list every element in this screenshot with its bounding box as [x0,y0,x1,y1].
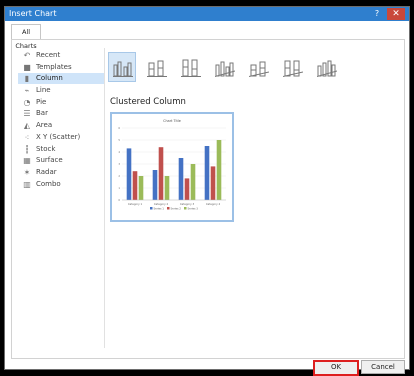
chart-type-label: Stock [36,144,56,153]
preview-x-tick: Category 3 [180,202,195,206]
preview-bar [164,176,170,200]
subtype-clustered-column[interactable] [108,52,136,82]
preview-legend-swatch [150,207,153,210]
preview-y-tick: 5 [118,138,120,142]
chart-type-label: Recent [36,51,61,59]
tab-all-charts[interactable]: All Charts [11,24,41,50]
chart-type-combo[interactable]: ▥ Combo [18,179,104,190]
chart-type-area[interactable]: ◭ Area [18,120,104,131]
chart-type-templates[interactable]: ■ Templates [18,62,104,73]
preview-bar [138,176,144,200]
preview-bar [158,147,164,200]
surface-chart-icon: ▦ [23,156,31,166]
chart-type-label: Pie [36,97,47,106]
3d-stacked-column-icon [249,61,269,77]
preview-legend-label: Series 3 [188,207,199,211]
bar-chart-icon: ☰ [23,109,31,119]
preview-chart: Chart Title 0 1 2 3 4 5 6 Category 1 Category 2 Ca… [118,119,226,211]
chart-type-bar[interactable]: ☰ Bar [18,108,104,119]
chart-type-radar[interactable]: ✶ Radar [18,167,104,178]
preview-bar [152,170,158,200]
chart-type-label: Templates [36,62,72,71]
combo-chart-icon: ▥ [23,179,31,189]
preview-legend-label: Series 1 [154,207,165,211]
title-bar: Insert Chart ? ✕ [5,7,409,21]
recent-icon: ↶ [23,51,31,60]
column-chart-icon: ▮ [24,74,30,84]
line-chart-icon: ⌁ [24,86,30,96]
preview-y-tick: 6 [118,126,120,130]
chart-type-label: Bar [36,109,48,118]
preview-y-tick: 4 [118,150,120,154]
subtype-3d-column[interactable] [312,52,340,82]
chart-type-label: Area [36,121,53,130]
chart-type-label: Line [36,86,51,95]
preview-legend-swatch [167,207,170,210]
preview-bar [126,148,132,200]
preview-legend-swatch [184,207,187,210]
insert-chart-dialog: Insert Chart ? ✕ All Charts ↶ Recent ■ T… [4,6,410,376]
preview-bar [184,178,190,200]
chart-type-scatter[interactable]: ⁖ X Y (Scatter) [18,132,104,143]
chart-type-pie[interactable]: ◔ Pie [18,97,104,108]
stock-chart-icon: ┇ [24,144,30,154]
folder-icon: ■ [23,62,31,72]
subtype-100-stacked-column[interactable] [176,52,204,82]
preview-y-tick: 1 [118,186,120,190]
3d-percent-stacked-column-icon [283,60,303,77]
chart-preview[interactable]: Chart Title 0 1 2 3 4 5 6 Category 1 Category 2 Ca… [110,112,234,222]
close-button[interactable]: ✕ [387,8,405,20]
chart-type-label: Column [36,74,63,83]
pie-chart-icon: ◔ [23,97,31,107]
preview-y-tick: 0 [118,198,120,202]
help-button[interactable]: ? [371,9,383,19]
preview-legend-label: Series 2 [171,207,182,211]
area-chart-icon: ◭ [23,121,31,131]
chart-type-label: Radar [36,167,57,176]
ok-button[interactable]: OK [313,360,359,376]
stacked-column-icon [147,60,167,77]
preview-bar [216,140,222,200]
scatter-chart-icon: ⁖ [24,132,30,142]
subtype-title: Clustered Column [110,97,186,107]
preview-y-tick: 3 [118,162,120,166]
subtype-3d-clustered-column[interactable] [210,52,238,82]
preview-bar [132,171,138,200]
chart-type-surface[interactable]: ▦ Surface [18,155,104,166]
3d-clustered-column-icon [215,61,235,77]
chart-type-list: ↶ Recent ■ Templates ▮ Column ⌁ Line ◔ P… [18,50,104,190]
list-divider [104,48,105,348]
preview-bar [190,164,196,200]
preview-bar [178,158,184,200]
3d-column-icon [317,60,337,77]
chart-type-recent[interactable]: ↶ Recent [18,50,104,61]
chart-type-label: X Y (Scatter) [36,132,81,141]
preview-x-tick: Category 2 [154,202,169,206]
preview-y-tick: 2 [118,174,120,178]
preview-x-tick: Category 4 [206,202,221,206]
percent-stacked-column-icon [181,59,201,77]
subtype-3d-100-stacked-column[interactable] [278,52,306,82]
preview-bar [210,166,216,200]
clustered-column-icon [113,61,133,77]
dialog-title: Insert Chart [9,9,57,18]
preview-x-tick: Category 1 [128,202,143,206]
preview-bar [204,146,210,200]
chart-type-label: Surface [36,156,63,165]
radar-chart-icon: ✶ [23,167,31,177]
subtype-stacked-column[interactable] [142,52,170,82]
subtype-3d-stacked-column[interactable] [244,52,272,82]
chart-type-column[interactable]: ▮ Column [18,73,104,85]
chart-type-stock[interactable]: ┇ Stock [18,144,104,155]
chart-type-line[interactable]: ⌁ Line [18,85,104,96]
chart-panel: ↶ Recent ■ Templates ▮ Column ⌁ Line ◔ P… [11,39,405,359]
chart-type-label: Combo [36,179,61,188]
preview-chart-title: Chart Title [163,119,181,123]
